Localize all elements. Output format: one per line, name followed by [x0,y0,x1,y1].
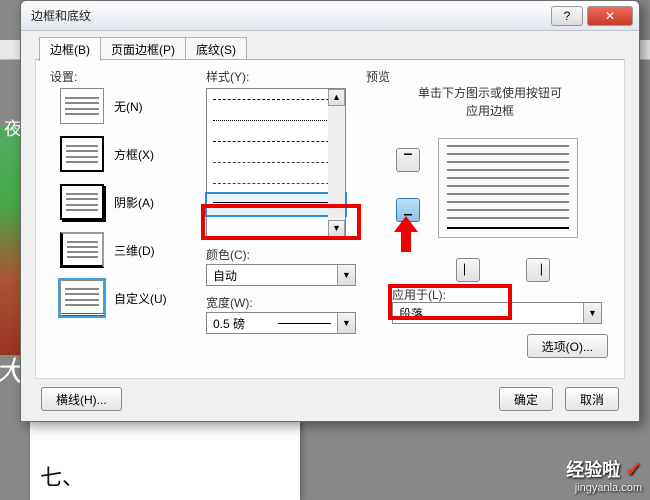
edge-bottom-button[interactable]: ▁ [396,198,420,222]
setting-shadow-label: 阴影(A) [114,194,154,211]
custom-icon [60,280,104,316]
preview-hint: 单击下方图示或使用按钮可 应用边框 [366,84,614,120]
preview-hint-1: 单击下方图示或使用按钮可 [366,84,614,102]
apply-to-value: 段落 [393,305,583,322]
style-list[interactable]: ▲ ▼ [206,88,346,238]
help-button[interactable]: ? [551,6,583,26]
none-icon [60,88,104,124]
style-dashdot[interactable] [207,152,345,173]
preview-label: 预览 [366,68,390,85]
dialog-title: 边框和底纹 [31,7,547,24]
apply-to-combo[interactable]: 段落 ▼ [392,302,602,324]
tab-shading[interactable]: 底纹(S) [185,37,247,61]
color-combo[interactable]: 自动 ▼ [206,264,356,286]
apply-to-label: 应用于(L): [392,286,446,303]
watermark-url: jingyanla.com [566,482,642,494]
settings-label: 设置: [50,68,77,85]
preview-area: 预览 单击下方图示或使用按钮可 应用边框 ▔ ▁ ▏ ▕ 应用于(L): 段 [366,68,614,368]
close-button[interactable]: ✕ [587,6,633,26]
dialog-buttons: 确定 取消 [499,387,619,411]
color-value: 自动 [207,267,337,284]
chevron-down-icon[interactable]: ▼ [337,265,355,285]
check-icon: ✓ [625,459,642,481]
watermark: 经验啦 ✓ jingyanla.com [566,456,642,494]
setting-3d[interactable]: 三维(D) [60,232,155,268]
setting-shadow[interactable]: 阴影(A) [60,184,154,220]
style-dash2[interactable] [207,131,345,152]
width-sample-line [278,323,331,324]
watermark-brand: 经验啦 [566,460,620,480]
edge-top-button[interactable]: ▔ [396,148,420,172]
box-icon [60,136,104,172]
tab-borders[interactable]: 边框(B) [39,37,101,61]
chevron-down-icon[interactable]: ▼ [337,313,355,333]
style-dashed[interactable] [207,89,345,110]
bg-text-3: 七、 [40,460,84,492]
style-dashdot2[interactable] [207,173,345,194]
chevron-down-icon[interactable]: ▼ [583,303,601,323]
edge-left-button[interactable]: ▏ [456,258,480,282]
color-label: 颜色(C): [206,246,250,263]
threeD-icon [60,232,104,268]
dialog-client: 边框(B) 页面边框(P) 底纹(S) 设置: 无(N) 方框(X) 阴影(A)… [21,31,639,421]
width-combo[interactable]: 0.5 磅 ▼ [206,312,356,334]
tab-strip: 边框(B) 页面边框(P) 底纹(S) [39,37,246,61]
setting-box[interactable]: 方框(X) [60,136,154,172]
style-label: 样式(Y): [206,68,249,85]
setting-custom[interactable]: 自定义(U) [60,280,167,316]
setting-3d-label: 三维(D) [114,242,155,259]
scroll-track[interactable] [328,106,345,220]
ok-button[interactable]: 确定 [499,387,553,411]
setting-box-label: 方框(X) [114,146,154,163]
setting-none[interactable]: 无(N) [60,88,143,124]
preview-box [438,138,578,238]
setting-custom-label: 自定义(U) [114,290,167,307]
cancel-button[interactable]: 取消 [565,387,619,411]
hline-area: 横线(H)... [41,387,122,411]
horizontal-line-button[interactable]: 横线(H)... [41,387,122,411]
borders-shading-dialog: 边框和底纹 ? ✕ 边框(B) 页面边框(P) 底纹(S) 设置: 无(N) 方… [20,0,640,422]
edge-right-button[interactable]: ▕ [526,258,550,282]
width-label: 宽度(W): [206,294,253,311]
style-dotted[interactable] [207,110,345,131]
width-value: 0.5 磅 [207,315,272,332]
setting-none-label: 无(N) [114,98,143,115]
tab-page-border[interactable]: 页面边框(P) [100,37,186,61]
shadow-icon [60,184,104,220]
style-triple[interactable] [207,194,345,215]
scroll-up[interactable]: ▲ [328,89,345,106]
preview-hint-2: 应用边框 [366,102,614,120]
tab-panel: 设置: 无(N) 方框(X) 阴影(A) 三维(D) 自定义(U) 样式( [35,59,625,379]
options-button[interactable]: 选项(O)... [527,334,608,358]
scroll-down[interactable]: ▼ [328,220,345,237]
titlebar: 边框和底纹 ? ✕ [21,1,639,31]
